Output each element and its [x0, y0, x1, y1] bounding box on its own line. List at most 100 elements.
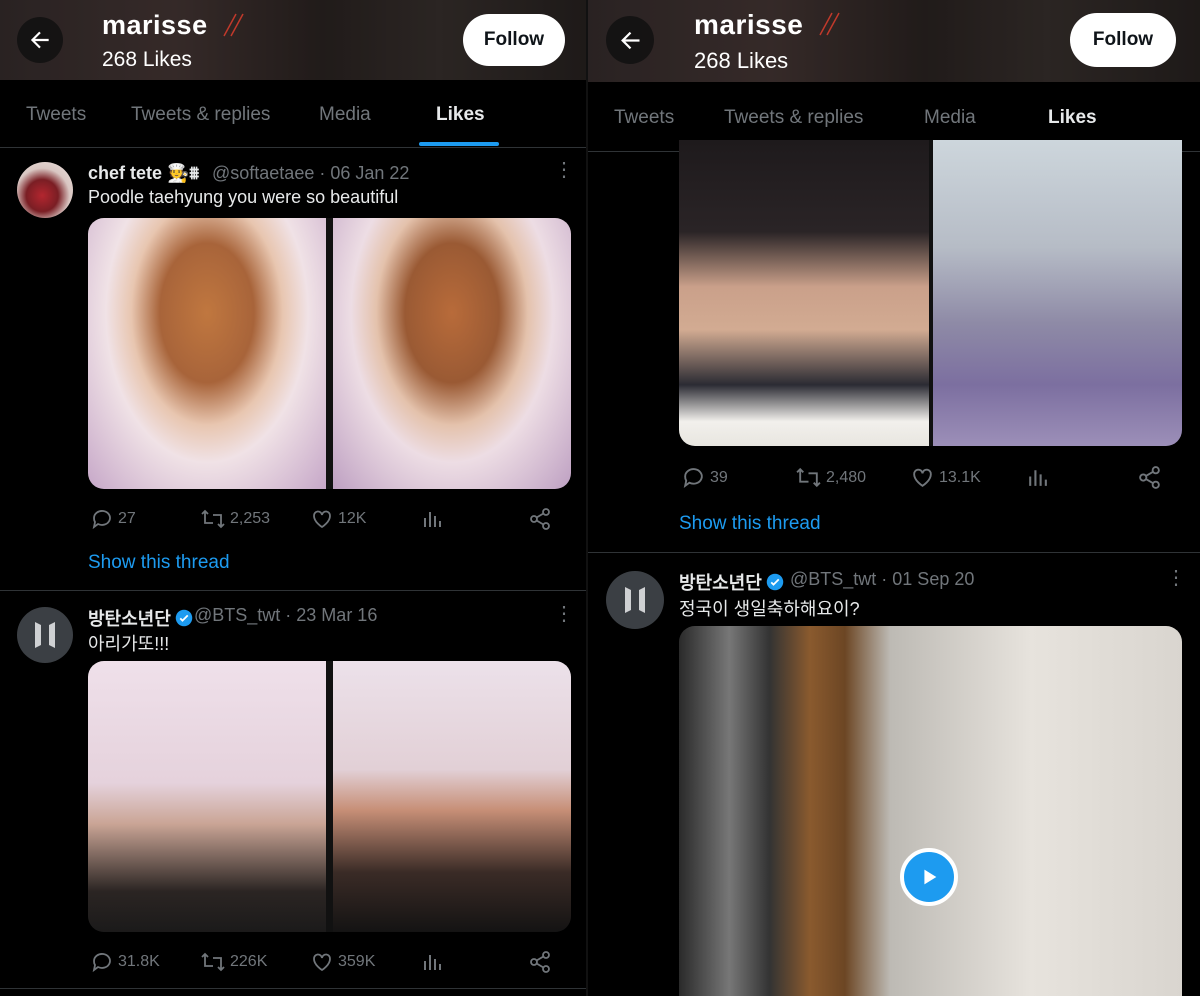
retweet-icon [201, 509, 225, 529]
tweet-image[interactable] [333, 661, 571, 932]
retweet-button[interactable]: 2,253 [200, 507, 270, 531]
tweet-handle-date[interactable]: @BTS_twt · 01 Sep 20 [790, 569, 974, 590]
reply-button[interactable]: 39 [681, 465, 728, 490]
views-button[interactable] [420, 507, 444, 531]
tweet-separator [588, 552, 1200, 553]
tab-likes[interactable]: Likes [436, 104, 485, 126]
tweet-author-name[interactable]: chef tete 🧑‍🍳⩩ [88, 163, 199, 184]
likes-count: 268 Likes [102, 48, 192, 71]
more-icon[interactable]: ⋮ [554, 160, 574, 180]
back-arrow-icon [620, 31, 639, 49]
tab-media[interactable]: Media [924, 107, 976, 129]
profile-name: marisse [102, 10, 208, 40]
profile-tabs: Tweets Tweets & replies Media Likes [0, 80, 586, 148]
retweet-count: 2,253 [230, 510, 271, 527]
views-icon [424, 955, 441, 970]
active-tab-indicator [419, 142, 499, 146]
like-count: 359K [338, 953, 376, 970]
tweet-handle-date[interactable]: @softaetaee · 06 Jan 22 [212, 163, 409, 184]
back-button[interactable] [606, 16, 654, 64]
back-arrow-icon [30, 31, 49, 49]
right-screen: marisse 268 Likes Follow Tweets Tweets &… [588, 0, 1200, 996]
tweet-video[interactable] [679, 626, 1182, 996]
retweet-icon [201, 952, 225, 972]
reply-count: 31.8K [118, 953, 160, 970]
share-icon [530, 951, 550, 973]
bts-logo-icon [625, 587, 645, 613]
tweet-text: 정국이 생일축하해요이? [679, 599, 860, 619]
share-icon [530, 508, 550, 530]
video-thumbnail[interactable] [679, 626, 1182, 996]
like-icon [313, 510, 331, 529]
reply-icon [92, 510, 111, 530]
like-button[interactable]: 359K [310, 950, 375, 974]
more-icon[interactable]: ⋮ [554, 604, 574, 624]
tweet-image[interactable] [88, 218, 326, 489]
like-count: 12K [338, 510, 367, 527]
retweet-button[interactable]: 2,480 [795, 465, 866, 490]
reply-button[interactable]: 27 [90, 507, 136, 531]
like-icon [913, 468, 932, 487]
tweet-image[interactable] [333, 218, 571, 489]
views-button[interactable] [1025, 465, 1050, 490]
tab-tweets-replies[interactable]: Tweets & replies [131, 104, 270, 126]
slash-decoration-icon [223, 13, 244, 37]
share-button[interactable] [1137, 465, 1162, 490]
reply-icon [92, 953, 111, 973]
share-button[interactable] [528, 950, 552, 974]
show-thread-link[interactable]: Show this thread [88, 552, 230, 574]
verified-icon [175, 609, 193, 627]
tab-tweets[interactable]: Tweets [614, 107, 674, 129]
tweet-author-name[interactable]: 방탄소년단 [679, 569, 784, 595]
more-icon[interactable]: ⋮ [1166, 568, 1186, 588]
tweet-image[interactable] [933, 140, 1182, 446]
follow-button[interactable]: Follow [1070, 13, 1176, 67]
share-icon [1139, 466, 1160, 489]
profile-name: marisse [694, 9, 804, 40]
like-button[interactable]: 13.1K [910, 465, 981, 490]
avatar[interactable] [17, 607, 73, 663]
views-button[interactable] [420, 950, 444, 974]
play-icon [924, 869, 937, 885]
tab-tweets[interactable]: Tweets [26, 104, 86, 126]
tweet-media[interactable] [679, 140, 1182, 446]
tweet-handle-date[interactable]: @BTS_twt · 23 Mar 16 [194, 605, 377, 626]
retweet-icon [796, 467, 821, 488]
avatar[interactable] [17, 162, 73, 218]
retweet-count: 226K [230, 953, 268, 970]
share-button[interactable] [528, 507, 552, 531]
reply-count: 27 [118, 510, 136, 527]
tab-media[interactable]: Media [319, 104, 371, 126]
tweet-image[interactable] [679, 140, 929, 446]
reply-count: 39 [710, 468, 728, 486]
tab-likes[interactable]: Likes [1048, 107, 1097, 129]
show-thread-link[interactable]: Show this thread [679, 513, 821, 535]
tweet-image[interactable] [88, 661, 326, 932]
tweet-text: 아리가또!!! [88, 634, 170, 654]
tweet-text: Poodle taehyung you were so beautiful [88, 187, 399, 207]
tweet-author-name[interactable]: 방탄소년단 [88, 605, 193, 631]
tweet-media[interactable] [88, 218, 571, 489]
bts-logo-icon [35, 622, 55, 648]
slash-decoration-icon [819, 12, 840, 36]
views-icon [424, 512, 441, 527]
avatar[interactable] [606, 571, 664, 629]
tweet-separator [0, 988, 586, 989]
left-screen: marisse 268 Likes Follow Tweets Tweets &… [0, 0, 586, 996]
follow-button[interactable]: Follow [463, 14, 565, 66]
reply-icon [683, 468, 703, 489]
back-button[interactable] [17, 17, 63, 63]
like-icon [313, 953, 331, 972]
likes-count: 268 Likes [694, 48, 789, 73]
like-button[interactable]: 12K [310, 507, 366, 531]
play-button[interactable] [900, 848, 958, 906]
retweet-button[interactable]: 226K [200, 950, 267, 974]
tweet-separator [0, 590, 586, 591]
retweet-count: 2,480 [826, 468, 867, 486]
views-icon [1029, 470, 1047, 486]
like-count: 13.1K [939, 468, 981, 486]
verified-icon [766, 573, 784, 591]
reply-button[interactable]: 31.8K [90, 950, 160, 974]
tab-tweets-replies[interactable]: Tweets & replies [724, 107, 863, 129]
tweet-media[interactable] [88, 661, 571, 932]
